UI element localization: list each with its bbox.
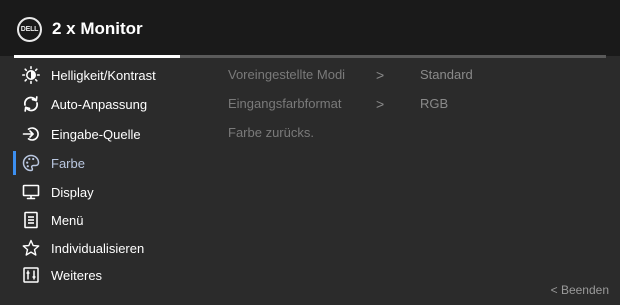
menu-item-personalize[interactable]: Individualisieren <box>20 236 220 260</box>
menu-icon <box>20 209 42 231</box>
others-icon <box>20 264 42 286</box>
header-progress-bar <box>14 55 606 58</box>
menu-item-auto-adjust[interactable]: Auto-Anpassung <box>20 92 220 116</box>
menu-item-input-source[interactable]: Eingabe-Quelle <box>20 122 220 146</box>
color-palette-icon <box>20 152 42 174</box>
brightness-contrast-icon <box>20 64 42 86</box>
menu-item-label: Display <box>51 184 94 200</box>
submenu-item-input-color-format: Eingangsfarbformat > RGB <box>228 94 558 114</box>
menu-item-label: Eingabe-Quelle <box>51 126 141 142</box>
input-source-icon <box>20 123 42 145</box>
menu-item-label: Helligkeit/Kontrast <box>51 67 156 83</box>
exit-button[interactable]: < Beenden <box>551 283 609 297</box>
submenu-value: RGB <box>420 96 449 111</box>
menu-item-menu[interactable]: Menü <box>20 208 220 232</box>
header-progress-fill <box>14 55 180 58</box>
dell-logo: DELL <box>17 17 42 42</box>
chevron-right-icon: > <box>376 96 385 112</box>
submenu-label: Voreingestellte Modi <box>228 67 346 82</box>
auto-adjust-icon <box>20 93 42 115</box>
menu-item-label: Farbe <box>51 155 85 171</box>
menu-item-color[interactable]: Farbe <box>20 151 220 175</box>
submenu-value: Standard <box>420 67 473 82</box>
menu-item-label: Auto-Anpassung <box>51 96 148 112</box>
menu-item-display[interactable]: Display <box>20 180 220 204</box>
osd-header: DELL 2 x Monitor <box>0 0 620 56</box>
submenu-item-reset-color: Farbe zurücks. <box>228 123 558 143</box>
submenu-label: Farbe zurücks. <box>228 125 314 140</box>
display-icon <box>20 181 42 203</box>
submenu-label: Eingangsfarbformat <box>228 96 342 111</box>
submenu-item-preset-modes: Voreingestellte Modi > Standard <box>228 65 558 85</box>
menu-item-label: Weiteres <box>51 267 103 283</box>
star-icon <box>20 237 42 259</box>
selection-indicator <box>13 151 16 175</box>
menu-item-brightness-contrast[interactable]: Helligkeit/Kontrast <box>20 63 220 87</box>
monitor-title: 2 x Monitor <box>52 19 143 38</box>
menu-item-label: Menü <box>51 212 84 228</box>
menu-item-label: Individualisieren <box>51 240 145 256</box>
chevron-right-icon: > <box>376 67 385 83</box>
menu-item-others[interactable]: Weiteres <box>20 263 220 287</box>
monitor-osd: DELL 2 x Monitor Helligkeit/Kontrast Aut… <box>0 0 620 305</box>
